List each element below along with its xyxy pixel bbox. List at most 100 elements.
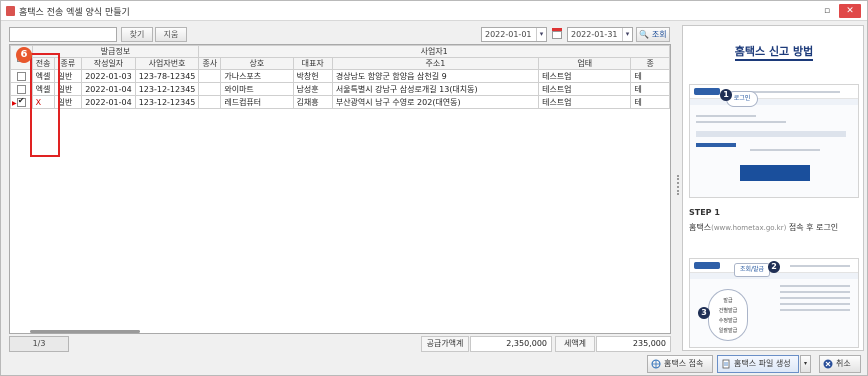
app-icon [6,6,15,16]
hometax-logo-2 [694,262,720,269]
cell-ceo: 박창헌 [292,69,333,83]
close-button[interactable]: ✕ [839,4,861,18]
cell-branch [198,95,222,109]
current-row-marker-icon: ▶ [12,100,17,107]
column-header-row: 전송 종류 작성일자 사업자번호 종사 상호 대표자 주소1 업태 종 [11,57,670,70]
date-from-field[interactable]: 2022-01-01 ▾ [481,27,547,42]
main-window: 홈택스 전송 엑셀 양식 만들기 ▫ ✕ 찾기 지움 2022-01-01 ▾ … [0,0,868,376]
toolbar: 찾기 지움 2022-01-01 ▾ 2022-01-31 ▾ 🔍 조회 [9,25,671,43]
guide-number-1: 1 [720,89,732,101]
cell-bizno: 123-12-12345 [134,95,200,109]
guide-callout-inquiry: 조회/발급 [734,263,770,277]
menu-bulk-issue: 일괄발급 [718,328,738,334]
restore-button[interactable]: ▫ [819,4,835,18]
window-title: 홈택스 전송 엑셀 양식 만들기 [19,8,130,18]
row-checkbox[interactable] [16,71,26,81]
tax-total-label: 세액계 [555,336,595,352]
cell-ceo: 남성훈 [292,82,333,96]
row-checkbox-cell[interactable] [10,82,33,96]
group-header-provider: 사업자1 [198,45,670,58]
title-bar: 홈택스 전송 엑셀 양식 만들기 ▫ ✕ [1,1,867,21]
globe-icon [651,359,661,369]
search-button[interactable]: 🔍 조회 [636,27,670,42]
cell-branch [198,69,222,83]
page-indicator: 1/3 [9,336,69,352]
col-header-business[interactable]: 업태 [538,57,632,70]
table-row[interactable]: 엑셀 일반 2022-01-04 123-12-12345 와이마트 남성훈 서… [10,82,670,96]
menu-modify-issue: 수정발급 [718,318,738,324]
guide-panel: 홈택스 신고 방법 로그인 1 STEP 1 홈택스(www.hometax.g… [682,25,864,351]
row-checkbox[interactable] [16,97,26,107]
guide-number-2: 2 [768,261,780,273]
guide-screenshot-login: 로그인 1 [689,84,859,198]
cell-business: 테스트업 [538,95,632,109]
cell-address: 경상남도 함양군 함양읍 삼천길 9 [331,69,540,83]
cancel-button[interactable]: 취소 [819,355,861,373]
col-header-bizno[interactable]: 사업자번호 [134,57,200,70]
guide-callout-issue-menu: 발급건별발급수정발급일괄발급 [708,289,748,341]
cell-branch [198,82,222,96]
hometax-connect-button[interactable]: 홈택스 접속 [647,355,713,373]
cell-bizno: 123-78-12345 [134,69,200,83]
cell-date: 2022-01-04 [81,82,136,96]
col-header-item[interactable]: 종 [630,57,670,70]
date-to-value: 2022-01-31 [571,30,618,39]
cell-name: 가나스포츠 [220,69,294,83]
date-to-dropdown-icon[interactable]: ▾ [622,28,632,41]
cell-bizno: 123-12-12345 [134,82,200,96]
group-header-row: 발급정보 사업자1 [10,45,670,70]
guide-blue-button [740,165,810,181]
hometax-file-button[interactable]: 홈택스 파일 생성 [717,355,799,373]
menu-single-issue: 건별발급 [718,308,738,314]
invoice-table: 발급정보 사업자1 전송 종류 작성일자 사업자번호 종사 상호 대표자 주소1… [10,45,670,109]
cell-name: 레드컴퓨터 [220,95,294,109]
file-icon [722,359,730,369]
step1-description: 홈택스(www.hometax.go.kr) 접속 후 로그인 [689,222,838,233]
col-header-address[interactable]: 주소1 [331,57,540,70]
guide-title-underline [735,59,813,61]
cancel-label: 취소 [836,359,851,368]
cell-business: 테스트업 [538,69,632,83]
supply-total-label: 공급가액계 [421,336,469,352]
guide-screenshot-menu: 조회/발급 2 발급건별발급수정발급일괄발급 3 [689,258,859,348]
supply-total-value: 2,350,000 [470,336,552,352]
guide-number-3: 3 [698,307,710,319]
date-to-field[interactable]: 2022-01-31 ▾ [567,27,633,42]
col-header-date[interactable]: 작성일자 [81,57,136,70]
cell-date: 2022-01-04 [81,95,136,109]
panel-splitter[interactable] [675,25,681,351]
menu-issue: 발급 [723,298,733,304]
tax-total-value: 235,000 [596,336,671,352]
date-from-dropdown-icon[interactable]: ▾ [536,28,546,41]
step1-desc-action: 접속 후 로그인 [786,223,839,232]
file-options-dropdown-icon[interactable]: ▾ [800,355,811,373]
cell-address: 부산광역시 남구 수영로 202(대연동) [331,95,540,109]
date-from-value: 2022-01-01 [485,30,532,39]
horizontal-scrollbar[interactable] [30,330,140,333]
guide-title: 홈택스 신고 방법 [734,45,814,58]
cell-address: 서울특별시 강남구 삼성로개길 13(대치동) [331,82,540,96]
table-row[interactable]: X 일반 2022-01-04 123-12-12345 레드컴퓨터 김채흥 부… [10,95,670,109]
col-header-branch[interactable]: 종사 [198,57,222,70]
cell-item: 테 [630,82,670,96]
cell-date: 2022-01-03 [81,69,136,83]
col-header-ceo[interactable]: 대표자 [292,57,333,70]
find-button[interactable]: 찾기 [121,27,153,42]
search-input[interactable] [9,27,117,42]
invoice-grid: 발급정보 사업자1 전송 종류 작성일자 사업자번호 종사 상호 대표자 주소1… [9,44,671,334]
col-header-name[interactable]: 상호 [220,57,294,70]
cell-item: 테 [630,69,670,83]
cell-business: 테스트업 [538,82,632,96]
bottom-bar: 홈택스 접속 홈택스 파일 생성 ▾ 취소 [1,353,867,375]
step1-label: STEP 1 [689,208,720,217]
table-row[interactable]: 엑셀 일반 2022-01-03 123-78-12345 가나스포츠 박창헌 … [10,69,670,83]
cancel-icon [823,359,833,369]
cell-item: 테 [630,95,670,109]
cell-name: 와이마트 [220,82,294,96]
calendar-icon[interactable] [552,28,562,39]
step1-desc-site: 홈택스 [689,223,712,232]
row-checkbox[interactable] [16,84,26,94]
hometax-logo [694,88,720,95]
row-checkbox-cell[interactable] [10,69,33,83]
clear-button[interactable]: 지움 [155,27,187,42]
